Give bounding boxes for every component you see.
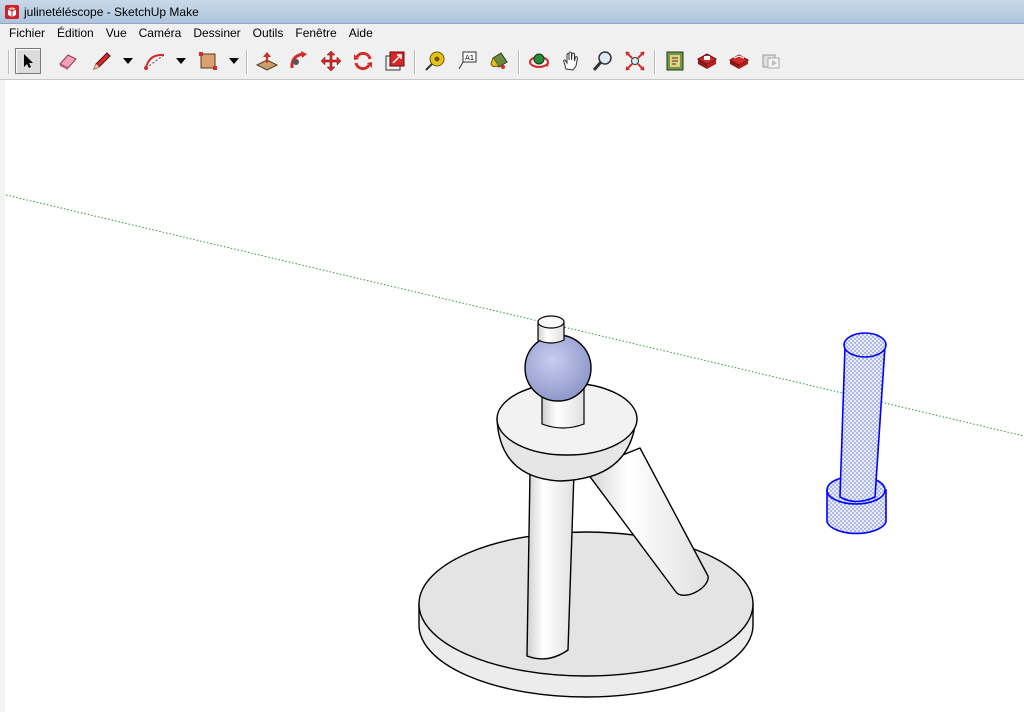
arc-icon (144, 53, 165, 70)
menu-edition[interactable]: Édition (51, 24, 100, 42)
rectangle-dropdown[interactable] (228, 56, 240, 66)
zoom-tool-button[interactable] (590, 48, 616, 74)
move-icon (320, 50, 342, 72)
zoom-icon (592, 51, 612, 71)
arc-tool-button[interactable] (142, 48, 168, 74)
title-bar: julinetéléscope - SketchUp Make (0, 0, 1024, 24)
tape-measure-tool-button[interactable] (422, 48, 448, 74)
zoom-extents-tool-button[interactable] (622, 48, 648, 74)
main-toolbar: A1 (0, 42, 1024, 80)
menu-bar: Fichier Édition Vue Caméra Dessiner Outi… (0, 24, 1024, 42)
text-icon: A1 (458, 51, 477, 70)
extension-tool-button[interactable] (758, 48, 784, 74)
eraser-icon (59, 54, 77, 70)
model-scene[interactable] (0, 80, 1024, 712)
follow-me-tool-button[interactable] (286, 48, 312, 74)
rectangle-icon (199, 52, 217, 70)
toolbar-separator (8, 50, 10, 74)
select-arrow-icon (24, 54, 33, 68)
rectangle-tool-button[interactable] (195, 48, 221, 74)
rotate-icon (354, 51, 372, 71)
paint-bucket-tool-button[interactable] (486, 48, 512, 74)
share-model-icon (728, 54, 750, 69)
scale-icon (385, 51, 405, 71)
rotate-tool-button[interactable] (350, 48, 376, 74)
sketchup-logo-icon (5, 4, 19, 19)
selected-column-model[interactable] (826, 332, 887, 535)
move-tool-button[interactable] (318, 48, 344, 74)
arc-dropdown[interactable] (175, 56, 187, 66)
scale-tool-button[interactable] (382, 48, 408, 74)
zoom-extents-icon (625, 51, 645, 71)
menu-fichier[interactable]: Fichier (0, 24, 51, 42)
orbit-icon (529, 53, 549, 68)
orbit-tool-button[interactable] (526, 48, 552, 74)
eraser-tool-button[interactable] (55, 48, 81, 74)
window-title: julinetéléscope - SketchUp Make (24, 4, 199, 19)
follow-me-icon (290, 51, 307, 69)
telescope-mount-model[interactable] (418, 315, 754, 698)
warehouse-tool-button[interactable] (662, 48, 688, 74)
menu-aide[interactable]: Aide (343, 24, 379, 42)
select-tool-button[interactable] (15, 48, 41, 74)
pencil-dropdown[interactable] (122, 56, 134, 66)
push-pull-tool-button[interactable] (254, 48, 280, 74)
menu-dessiner[interactable]: Dessiner (187, 24, 246, 42)
menu-camera[interactable]: Caméra (133, 24, 188, 42)
share-model-tool-button[interactable] (726, 48, 752, 74)
toolbar-separator (518, 50, 520, 74)
chevron-down-icon (123, 58, 133, 64)
get-models-tool-button[interactable] (694, 48, 720, 74)
pencil-icon (93, 52, 111, 70)
extension-icon (762, 54, 780, 69)
toolbar-separator (654, 50, 656, 74)
paint-bucket-icon (490, 52, 508, 69)
tape-measure-icon (425, 51, 445, 71)
text-tool-button[interactable]: A1 (454, 48, 480, 74)
chevron-down-icon (229, 58, 239, 64)
warehouse-icon (666, 51, 684, 71)
push-pull-icon (255, 52, 279, 71)
menu-vue[interactable]: Vue (100, 24, 133, 42)
toolbar-separator (414, 50, 416, 74)
pencil-tool-button[interactable] (88, 48, 114, 74)
chevron-down-icon (176, 58, 186, 64)
menu-outils[interactable]: Outils (247, 24, 290, 42)
menu-fenetre[interactable]: Fenêtre (289, 24, 342, 42)
get-models-icon (696, 53, 718, 69)
svg-text:A1: A1 (465, 54, 474, 62)
pan-tool-button[interactable] (558, 48, 584, 74)
pan-icon (563, 51, 579, 71)
toolbar-separator (246, 50, 248, 74)
